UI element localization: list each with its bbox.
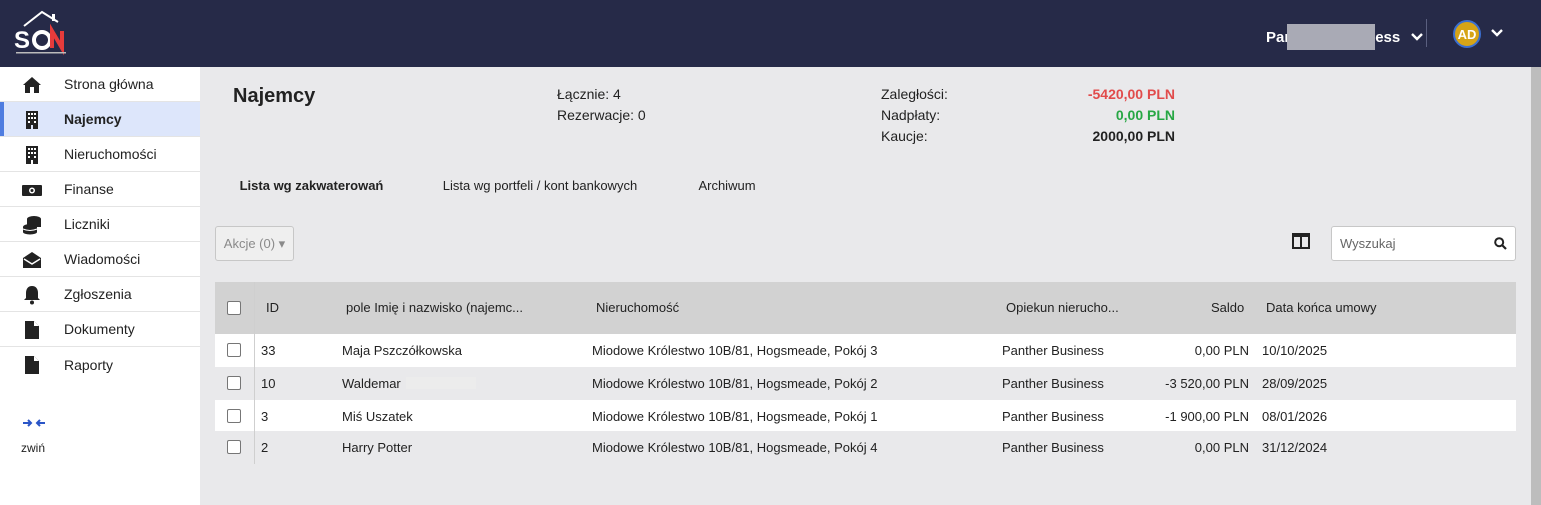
cell-name: Harry Potter (342, 440, 413, 455)
cell-caretaker: Panther Business (1002, 440, 1104, 455)
sidebar-item-finance[interactable]: Finanse (0, 172, 200, 207)
chevron-down-icon (1411, 33, 1424, 41)
collapse-label[interactable]: zwiń (21, 441, 45, 455)
table-row[interactable]: 2 Harry Potter Miodowe Królestwo 10B/81,… (215, 431, 1516, 464)
column-header-end-date[interactable]: Data końca umowy (1266, 300, 1377, 315)
overpayments-label: Nadpłaty: (881, 107, 941, 123)
table-row[interactable]: 33 Maja Pszczółkowska Miodowe Królestwo … (215, 334, 1516, 367)
envelope-open-icon (23, 252, 41, 268)
coins-icon (22, 216, 41, 235)
cell-name: Miś Uszatek (342, 409, 413, 424)
top-bar: S Par ess AD (0, 0, 1541, 67)
sidebar-item-label: Najemcy (64, 111, 122, 127)
cell-name: Waldemar (342, 376, 401, 391)
account-switcher[interactable]: Par ess (1266, 24, 1424, 50)
cell-property: Miodowe Królestwo 10B/81, Hogsmeade, Pok… (592, 376, 878, 391)
sidebar-item-label: Liczniki (64, 216, 110, 232)
cell-property: Miodowe Królestwo 10B/81, Hogsmeade, Pok… (592, 440, 878, 455)
row-checkbox[interactable] (227, 376, 241, 390)
total-count: Łącznie: 4 (557, 86, 621, 102)
sidebar-item-reports[interactable]: Raporty (0, 347, 200, 382)
building-icon (26, 146, 38, 164)
search-box (1331, 226, 1516, 261)
row-checkbox[interactable] (227, 409, 241, 423)
avatar[interactable]: AD (1453, 20, 1481, 48)
app-logo[interactable]: S (12, 10, 70, 58)
table-header: ID pole Imię i nazwisko (najemc... Nieru… (215, 282, 1516, 334)
cell-name: Maja Pszczółkowska (342, 343, 462, 358)
cell-balance: -1 900,00 PLN (1165, 409, 1249, 424)
search-input[interactable] (1332, 227, 1482, 260)
scrollbar[interactable] (1531, 67, 1541, 505)
bell-icon (24, 286, 40, 305)
column-header-property[interactable]: Nieruchomość (596, 300, 679, 315)
sidebar-item-tenants[interactable]: Najemcy (0, 102, 200, 137)
table-row[interactable]: 3 Miś Uszatek Miodowe Królestwo 10B/81, … (215, 400, 1516, 433)
column-header-caretaker[interactable]: Opiekun nierucho... (1006, 300, 1119, 315)
sidebar-item-label: Dokumenty (64, 321, 135, 337)
row-checkbox[interactable] (227, 343, 241, 357)
column-header-balance[interactable]: Saldo (1211, 300, 1244, 315)
search-icon[interactable] (1494, 237, 1507, 250)
page-title: Najemcy (233, 85, 316, 107)
cell-id: 10 (261, 376, 276, 391)
sidebar-item-label: Nieruchomości (64, 146, 157, 162)
sidebar-item-properties[interactable]: Nieruchomości (0, 137, 200, 172)
select-all-checkbox[interactable] (227, 301, 241, 315)
chevron-down-icon[interactable] (1490, 26, 1504, 40)
tab-by-accommodation[interactable]: Lista wg zakwaterowań (215, 165, 408, 205)
actions-dropdown[interactable]: Akcje (0) ▾ (215, 226, 294, 261)
sidebar: Strona główna Najemcy Nieruchomości Fina… (0, 67, 200, 505)
redacted-mask (406, 377, 476, 389)
column-header-name[interactable]: pole Imię i nazwisko (najemc... (346, 300, 523, 315)
cell-caretaker: Panther Business (1002, 409, 1104, 424)
cell-caretaker: Panther Business (1002, 376, 1104, 391)
cell-id: 3 (261, 409, 269, 424)
cell-balance: 0,00 PLN (1194, 343, 1249, 358)
arrears-value: -5420,00 PLN (1087, 86, 1175, 102)
overpayments-value: 0,00 PLN (1115, 107, 1175, 123)
reservations-count: Rezerwacje: 0 (557, 107, 646, 123)
svg-text:S: S (14, 27, 30, 54)
row-checkbox[interactable] (227, 440, 241, 454)
sidebar-item-meters[interactable]: Liczniki (0, 207, 200, 242)
sidebar-item-messages[interactable]: Wiadomości (0, 242, 200, 277)
cell-id: 33 (261, 343, 276, 358)
tab-archive[interactable]: Archiwum (672, 165, 782, 205)
sidebar-item-label: Finanse (64, 181, 114, 197)
sidebar-item-home[interactable]: Strona główna (0, 67, 200, 102)
building-icon (26, 111, 38, 129)
cell-end-date: 31/12/2024 (1262, 440, 1328, 455)
home-icon (23, 77, 41, 93)
cell-end-date: 28/09/2025 (1262, 376, 1328, 391)
collapse-arrows-icon[interactable] (22, 417, 46, 429)
cell-caretaker: Panther Business (1002, 343, 1104, 358)
deposits-label: Kaucje: (881, 128, 928, 144)
sidebar-item-label: Wiadomości (64, 251, 141, 267)
cell-end-date: 08/01/2026 (1262, 409, 1328, 424)
cell-end-date: 10/10/2025 (1262, 343, 1328, 358)
money-icon (22, 185, 42, 196)
cell-balance: -3 520,00 PLN (1165, 376, 1249, 391)
sidebar-item-label: Raporty (64, 356, 114, 373)
tab-by-portfolio[interactable]: Lista wg portfeli / kont bankowych (410, 165, 670, 205)
cell-property: Miodowe Królestwo 10B/81, Hogsmeade, Pok… (592, 409, 878, 424)
sidebar-item-reports-issues[interactable]: Zgłoszenia (0, 277, 200, 312)
columns-icon[interactable] (1292, 233, 1310, 249)
file-icon (25, 321, 39, 339)
arrears-label: Zaległości: (881, 86, 948, 102)
sidebar-item-documents[interactable]: Dokumenty (0, 312, 200, 347)
header-divider (1426, 19, 1427, 47)
cell-balance: 0,00 PLN (1194, 440, 1249, 455)
cell-property: Miodowe Królestwo 10B/81, Hogsmeade, Pok… (592, 343, 878, 358)
sidebar-item-label: Strona główna (64, 76, 154, 92)
column-header-id[interactable]: ID (266, 300, 279, 315)
deposits-value: 2000,00 PLN (1092, 128, 1176, 144)
cell-id: 2 (261, 440, 269, 455)
account-name-end: ess (1375, 28, 1401, 46)
file-icon (25, 356, 39, 374)
sidebar-item-label: Zgłoszenia (64, 286, 132, 302)
redacted-mask (1287, 24, 1376, 50)
column-divider (254, 282, 255, 464)
